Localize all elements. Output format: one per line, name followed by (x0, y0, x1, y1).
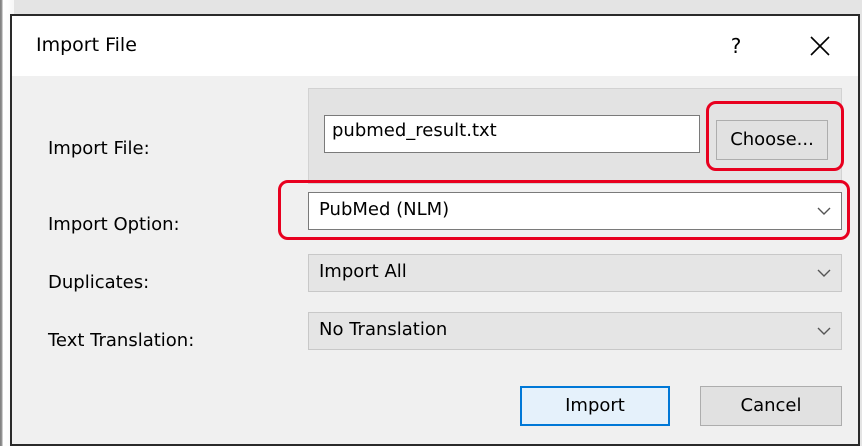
text-translation-label: Text Translation: (48, 330, 195, 351)
chevron-down-icon (817, 269, 831, 277)
import-button[interactable]: Import (520, 386, 670, 426)
duplicates-select[interactable]: Import All (308, 254, 842, 292)
help-button[interactable]: ? (706, 24, 766, 68)
duplicates-label: Duplicates: (48, 272, 150, 293)
title-bar: Import File ? (12, 16, 858, 76)
duplicates-value: Import All (319, 261, 407, 282)
close-button[interactable] (790, 24, 850, 68)
import-file-dialog: Import File ? Import File: pubmed_result… (10, 14, 860, 446)
dialog-title: Import File (36, 34, 137, 56)
text-translation-select[interactable]: No Translation (308, 312, 842, 350)
choose-highlight-annotation (706, 101, 844, 171)
chevron-down-icon (817, 327, 831, 335)
cancel-button[interactable]: Cancel (700, 386, 842, 426)
import-file-input[interactable]: pubmed_result.txt (324, 115, 700, 153)
import-option-label: Import Option: (48, 214, 180, 235)
import-file-label: Import File: (48, 138, 150, 159)
text-translation-value: No Translation (319, 319, 448, 340)
import-option-highlight-annotation (278, 180, 850, 240)
close-icon (810, 36, 830, 56)
